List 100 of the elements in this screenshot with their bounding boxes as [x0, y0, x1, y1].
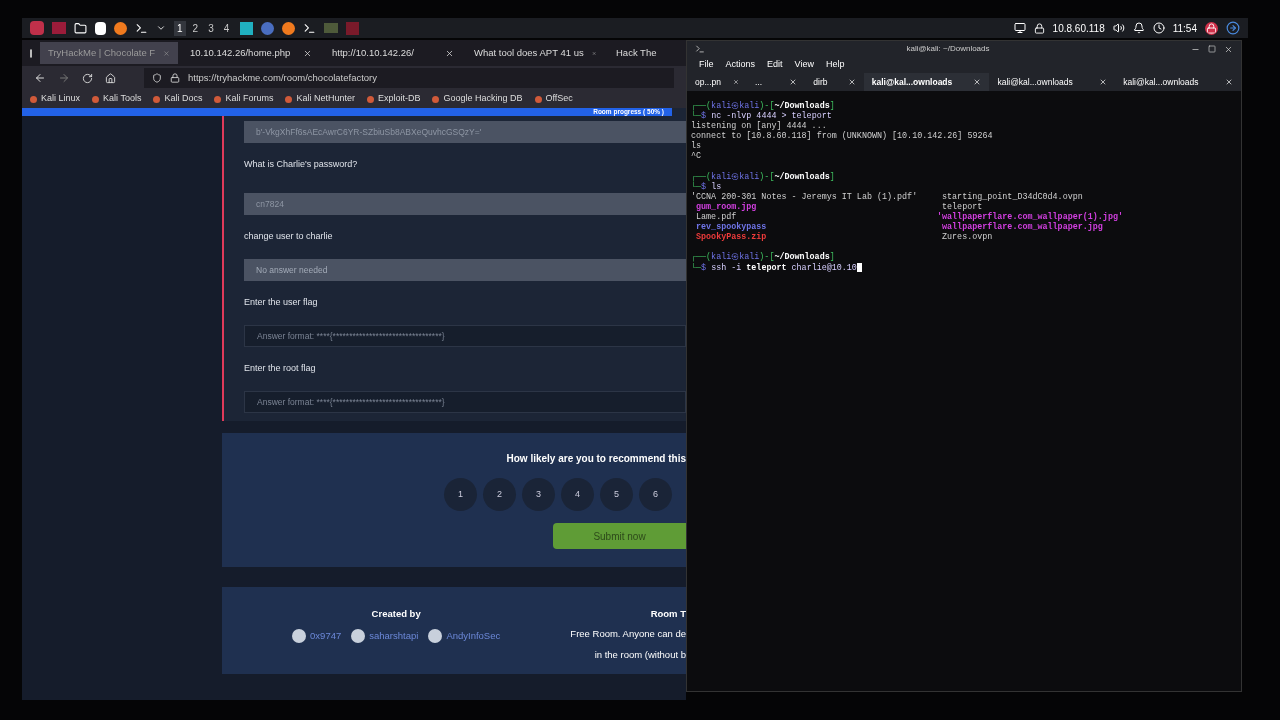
- close-icon[interactable]: [445, 48, 454, 58]
- reload-icon[interactable]: [82, 72, 93, 84]
- file-name: Zures.ovpn: [941, 232, 994, 243]
- bookmark-link[interactable]: Exploit-DB: [366, 92, 421, 106]
- created-by-heading: Created by: [371, 607, 421, 621]
- url-text: https://tryhackme.com/room/chocolatefactory: [188, 70, 378, 85]
- room-type-text: in the room (without b: [594, 647, 686, 662]
- workspace-button[interactable]: 2: [189, 20, 202, 36]
- file-name: gum_room.jpg: [695, 201, 758, 212]
- workspace-button[interactable]: 1: [174, 20, 186, 36]
- browser-tab[interactable]: 10.10.142.26/home.php: [182, 42, 320, 64]
- terminal-line: ┌──(kali㉿kali)-[~/Downloads]: [691, 171, 836, 182]
- folder-icon[interactable]: [74, 21, 87, 35]
- terminal-line: connect to [10.8.60.118] from (UNKNOWN) [10.10.142.26] 59264: [691, 131, 994, 142]
- terminal-tab[interactable]: op...pn: [687, 73, 747, 91]
- maximize-icon[interactable]: [1208, 44, 1216, 53]
- browser-tab[interactable]: http://10.10.142.26/: [324, 42, 462, 64]
- avatar-icon: [351, 629, 366, 644]
- file-name: teleport: [941, 201, 984, 212]
- file-name: Lame.pdf: [695, 212, 737, 223]
- rating-option[interactable]: 2: [483, 478, 516, 511]
- close-icon[interactable]: [847, 78, 856, 86]
- terminal-line: └─$ nc -nlvp 4444 > teleport: [691, 111, 833, 122]
- bookmark-link[interactable]: Kali Tools: [92, 92, 142, 106]
- url-bar[interactable]: https://tryhackme.com/room/chocolatefactory: [144, 68, 674, 88]
- bookmark-icon: [534, 95, 542, 103]
- bookmark-link[interactable]: Kali NetHunter: [285, 92, 355, 106]
- terminal-tab[interactable]: ...: [747, 73, 806, 91]
- terminal-tab[interactable]: kali@kal...ownloads: [989, 73, 1116, 91]
- bookmark-icon: [92, 95, 100, 103]
- question-label: Enter the user flag: [244, 296, 319, 310]
- logout-icon[interactable]: [1226, 21, 1240, 35]
- question-label: change user to charlie: [244, 230, 334, 244]
- bookmark-link[interactable]: Google Hacking DB: [432, 92, 523, 106]
- close-icon[interactable]: [733, 78, 739, 86]
- back-icon[interactable]: [34, 72, 46, 84]
- rating-option[interactable]: 1: [444, 478, 477, 511]
- command-input-line[interactable]: └─$ ssh -i teleport charlie@10.10: [691, 262, 1237, 273]
- bookmark-icon: [432, 95, 440, 103]
- file-name: SpookyPass.zip: [695, 232, 768, 243]
- creator-link[interactable]: AndyInfoSec: [428, 629, 501, 644]
- bookmark-icon: [285, 95, 293, 103]
- terminal-icon[interactable]: [135, 21, 148, 35]
- rating-option[interactable]: 3: [522, 478, 555, 511]
- close-icon[interactable]: [789, 78, 798, 86]
- avatar-icon: [428, 629, 443, 644]
- bookmark-link[interactable]: Kali Docs: [153, 92, 203, 106]
- feedback-question: How likely are you to recommend this: [506, 452, 686, 466]
- bookmark-link[interactable]: Kali Linux: [30, 92, 81, 106]
- file-name: 'wallpaperflare.com_wallpaper(1).jpg': [937, 212, 1124, 223]
- browser-tab[interactable]: What tool does APT 41 us: [466, 42, 604, 64]
- creator-link[interactable]: saharshtapi: [351, 629, 419, 644]
- browser-tab[interactable]: TryHackMe | Chocolate F: [40, 42, 178, 64]
- question-label: What is Charlie's password?: [244, 158, 359, 172]
- terminal-tab[interactable]: kali@kal...ownloads: [1115, 73, 1241, 91]
- terminal-icon[interactable]: [303, 21, 317, 35]
- workspace-button[interactable]: 3: [205, 20, 217, 36]
- menu-item[interactable]: Edit: [767, 58, 783, 72]
- menu-item[interactable]: Help: [825, 58, 845, 72]
- answer-field[interactable]: Answer format: ****{*********************************}: [244, 391, 686, 413]
- terminal-line: └─$ ls: [691, 181, 723, 192]
- terminal-line: ┌──(kali㉿kali)-[~/Downloads]: [691, 101, 836, 112]
- shield-icon: [152, 73, 162, 83]
- menu-item[interactable]: File: [699, 58, 714, 72]
- home-icon[interactable]: [105, 72, 116, 84]
- close-icon[interactable]: [1099, 78, 1108, 86]
- answer-field[interactable]: No answer needed: [244, 259, 686, 281]
- bookmark-link[interactable]: Kali Forums: [214, 92, 274, 106]
- close-icon[interactable]: [303, 48, 312, 58]
- terminal-tab[interactable]: dirb: [805, 73, 864, 91]
- menu-item[interactable]: View: [794, 58, 814, 72]
- bookmark-icon: [214, 95, 222, 103]
- menu-item[interactable]: Actions: [725, 58, 756, 72]
- room-type-text: Free Room. Anyone can de: [570, 627, 686, 642]
- workspace-button[interactable]: 4: [220, 20, 233, 36]
- file-name: wallpaperflare.com_wallpaper.jpg: [941, 222, 1104, 233]
- bookmark-link[interactable]: OffSec: [534, 92, 573, 106]
- close-icon[interactable]: [973, 78, 982, 86]
- bookmark-icon: [153, 95, 161, 103]
- volume-icon[interactable]: [1112, 22, 1125, 34]
- lock-icon[interactable]: [1205, 21, 1218, 35]
- notification-icon[interactable]: [1132, 22, 1145, 34]
- app-icon[interactable]: [240, 21, 254, 35]
- avatar-icon: [292, 629, 307, 644]
- answer-field[interactable]: Answer format: ****{*********************************}: [244, 325, 686, 347]
- monitor-icon[interactable]: [1013, 22, 1026, 34]
- terminal-line: ┌──(kali㉿kali)-[~/Downloads]: [691, 252, 835, 263]
- close-icon[interactable]: [1225, 78, 1233, 86]
- ip-address: 10.8.60.118: [1052, 21, 1105, 36]
- rating-option[interactable]: 6: [639, 478, 672, 511]
- rating-option[interactable]: 4: [561, 478, 594, 511]
- creator-link[interactable]: 0x9747: [292, 629, 342, 644]
- text-cursor: [856, 263, 862, 273]
- terminal-icon: [695, 44, 705, 54]
- caret-icon[interactable]: [156, 23, 166, 33]
- close-icon[interactable]: [1224, 44, 1233, 54]
- rating-option[interactable]: 5: [600, 478, 633, 511]
- browser-tab[interactable]: Hack The: [608, 42, 686, 64]
- terminal-tab[interactable]: kali@kal...ownloads: [863, 73, 990, 91]
- vpn-icon[interactable]: [1033, 22, 1045, 34]
